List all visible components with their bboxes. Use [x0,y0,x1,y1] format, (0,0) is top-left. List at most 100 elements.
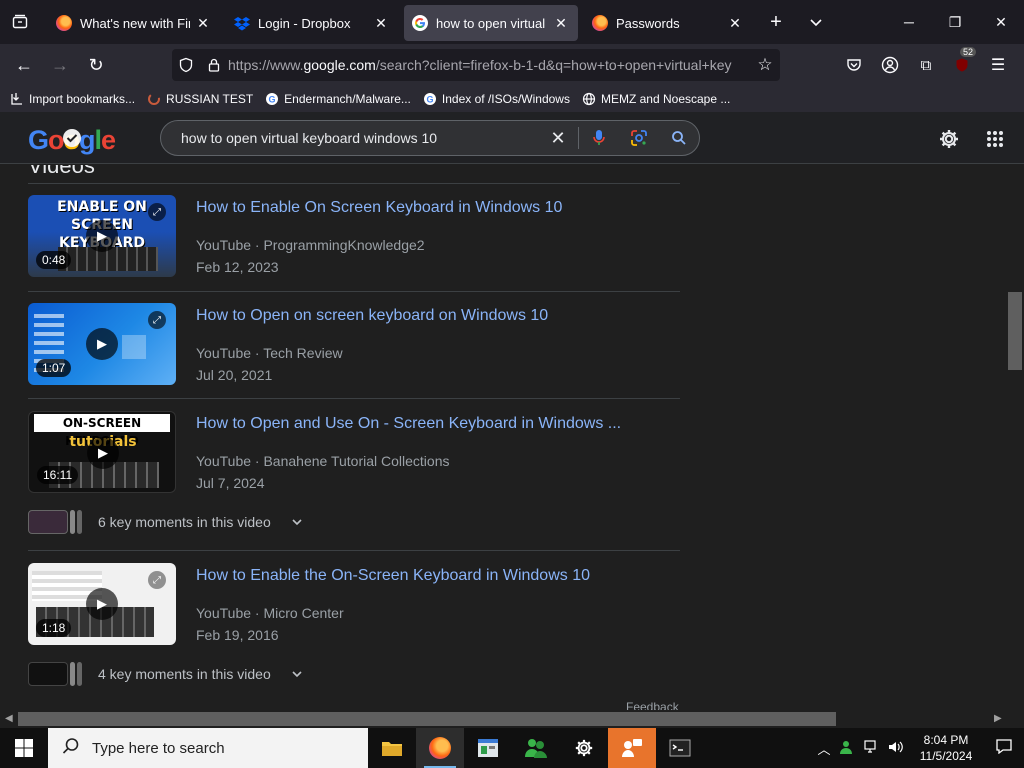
taskbar-people-app[interactable] [512,728,560,768]
tab-google-search[interactable]: how to open virtual ke ✕ [404,5,578,41]
vertical-scrollbar[interactable] [1006,165,1024,710]
bookmark-memz[interactable]: MEMZ and Noescape ... [582,92,730,106]
tab-passwords[interactable]: Passwords ✕ [584,5,752,41]
taskbar-file-explorer[interactable] [368,728,416,768]
url-path: /search?client=firefox-b-1-d&q=how+to+op… [375,57,732,73]
close-icon[interactable]: ✕ [372,15,390,32]
video-meta: YouTube · ProgrammingKnowledge2 [196,237,425,253]
voice-search-button[interactable] [579,121,619,155]
scrollbar-thumb[interactable] [1008,292,1022,370]
google-apps-button[interactable] [982,126,1008,152]
url-text[interactable]: https://www.google.com/search?client=fir… [228,57,750,73]
reload-button[interactable]: ↻ [78,49,114,81]
video-thumbnail[interactable]: ⤢ ▶ 1:18 [28,563,176,645]
bookmark-import[interactable]: Import bookmarks... [10,92,135,106]
chevron-up-icon[interactable]: ︿ [812,739,836,758]
ublock-button[interactable]: 52 [944,47,980,81]
notification-center-button[interactable] [984,738,1024,758]
video-result[interactable]: ⤢ ▶ 1:07 How to Open on screen keyboard … [28,303,680,403]
video-duration: 1:07 [36,359,72,377]
video-result[interactable]: ⤢ ▶ 1:18 How to Enable the On-Screen Key… [28,563,680,663]
new-tab-button[interactable]: + [756,0,796,44]
taskbar-terminal[interactable] [656,728,704,768]
google-logo[interactable]: Google [28,124,120,163]
thumbnail-caption: ON-SCREEN KEYBOARD [34,414,170,448]
address-bar[interactable]: https://www.google.com/search?client=fir… [172,49,780,81]
divider [28,291,680,292]
video-meta: YouTube · Tech Review [196,345,343,361]
shield-icon[interactable] [178,57,194,73]
close-icon[interactable]: ✕ [552,15,570,32]
video-title-link[interactable]: How to Enable the On-Screen Keyboard in … [196,567,590,585]
close-icon[interactable]: ✕ [194,15,212,32]
key-moments-toggle[interactable]: 4 key moments in this video [28,662,303,686]
start-button[interactable] [0,728,48,768]
tab-dropbox[interactable]: Login - Dropbox ✕ [226,5,398,41]
person-chat-icon [622,739,642,757]
video-result[interactable]: ON-SCREEN KEYBOARD tutorials ▶ 16:11 How… [28,411,680,511]
taskbar-settings[interactable] [560,728,608,768]
restore-button[interactable]: ❐ [932,0,978,44]
search-input[interactable] [181,130,538,146]
lock-icon[interactable] [206,57,222,73]
settings-button[interactable] [936,126,962,152]
forward-button[interactable]: → [42,49,78,81]
pocket-button[interactable] [836,49,872,81]
volume-icon[interactable] [884,740,908,757]
chevron-down-icon [292,519,302,526]
video-source: YouTube [196,453,252,469]
key-moments-label: 6 key moments in this video [98,514,271,530]
close-window-button[interactable]: ✕ [978,0,1024,44]
video-title-link[interactable]: How to Enable On Screen Keyboard in Wind… [196,199,562,217]
people-icon [525,739,547,758]
scroll-right-icon[interactable]: ▶ [994,713,1002,724]
bookmark-star-button[interactable]: ☆ [750,49,780,81]
video-duration: 16:11 [37,466,79,484]
clock[interactable]: 8:04 PM 11/5/2024 [908,732,984,764]
arrow-left-icon: ← [15,54,33,75]
clear-search-button[interactable]: ✕ [538,121,578,155]
video-source: YouTube [196,345,252,361]
video-title-link[interactable]: How to Open and Use On - Screen Keyboard… [196,415,621,433]
key-moments-thumbnails [28,510,82,534]
scroll-left-icon[interactable]: ◀ [5,713,13,724]
account-icon [881,56,899,74]
video-thumbnail[interactable]: ENABLE ON SCREEN KEYBOARD ⤢ ▶ 0:48 [28,195,176,277]
search-submit-button[interactable] [659,121,699,155]
taskbar-feedback-hub[interactable] [608,728,656,768]
taskbar-app-window[interactable] [464,728,512,768]
video-thumbnail[interactable]: ON-SCREEN KEYBOARD tutorials ▶ 16:11 [28,411,176,493]
search-box[interactable]: ✕ [160,120,700,156]
bookmark-russian-test[interactable]: RUSSIAN TEST [147,92,253,106]
list-tabs-button[interactable] [796,0,836,44]
horizontal-scrollbar[interactable]: ◀ ▶ [0,710,1024,728]
network-icon[interactable] [860,739,884,757]
bookmark-index-isos[interactable]: G Index of /ISOs/Windows [423,92,570,106]
firefox-icon [56,15,72,31]
video-title-link[interactable]: How to Open on screen keyboard on Window… [196,307,548,325]
bookmark-label: Import bookmarks... [29,92,136,106]
scrollbar-thumb[interactable] [18,712,836,726]
feedback-link[interactable]: Feedback [626,700,679,710]
minimize-button[interactable]: ─ [886,0,932,44]
close-icon[interactable]: ✕ [726,15,744,32]
meta-separator: · [251,605,264,621]
lens-search-button[interactable] [619,121,659,155]
video-channel: Micro Center [263,605,344,621]
meta-separator: · [251,237,264,253]
taskbar-firefox[interactable] [416,728,464,768]
people-tray-icon[interactable] [836,740,860,757]
bookmark-endermanch[interactable]: G Endermanch/Malware... [265,92,411,106]
app-menu-button[interactable]: ☰ [980,49,1016,81]
tab-overview-button[interactable] [0,0,40,44]
close-icon: ✕ [550,127,566,148]
tab-whats-new[interactable]: What's new with Firefo ✕ [48,5,220,41]
extensions-button[interactable]: ⧉ [908,49,944,81]
back-button[interactable]: ← [6,49,42,81]
video-result[interactable]: ENABLE ON SCREEN KEYBOARD ⤢ ▶ 0:48 How t… [28,195,680,295]
account-button[interactable] [872,49,908,81]
meta-separator: · [251,453,264,469]
taskbar-search[interactable]: Type here to search [48,728,368,768]
key-moments-toggle[interactable]: 6 key moments in this video [28,510,303,534]
video-thumbnail[interactable]: ⤢ ▶ 1:07 [28,303,176,385]
